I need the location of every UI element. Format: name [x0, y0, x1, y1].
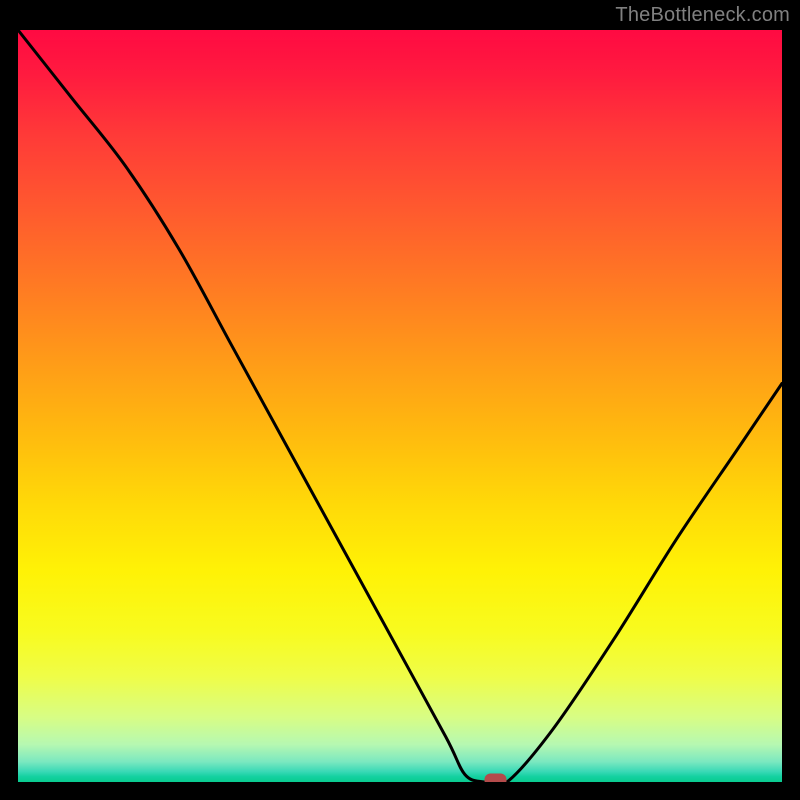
plot-svg — [18, 30, 782, 782]
bottleneck-marker — [485, 774, 507, 783]
attribution-label: TheBottleneck.com — [615, 4, 790, 27]
bottleneck-chart: TheBottleneck.com — [0, 0, 800, 800]
plot-area — [18, 30, 782, 782]
bottleneck-curve — [18, 30, 782, 782]
